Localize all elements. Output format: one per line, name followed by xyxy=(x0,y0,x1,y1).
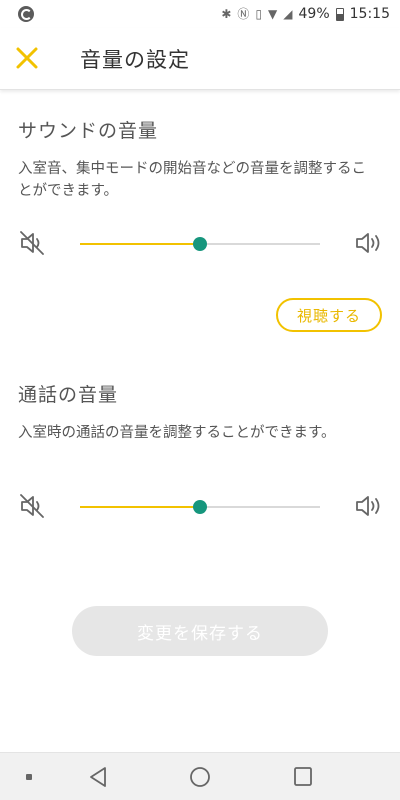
save-changes-button[interactable]: 変更を保存する xyxy=(72,606,328,656)
call-volume-slider-row xyxy=(0,487,400,527)
back-icon[interactable] xyxy=(87,765,109,793)
mute-icon[interactable] xyxy=(17,228,47,258)
sound-volume-slider[interactable] xyxy=(80,237,320,251)
mute-icon[interactable] xyxy=(17,491,47,521)
clock: 15:15 xyxy=(349,6,390,22)
vibrate-icon: ▯ xyxy=(255,7,263,21)
wifi-icon: ▼ xyxy=(268,7,278,21)
overview-icon[interactable] xyxy=(292,765,314,793)
bluetooth-icon: ✱ xyxy=(221,7,232,21)
volume-max-icon[interactable] xyxy=(353,228,383,258)
home-icon[interactable] xyxy=(189,765,211,793)
close-button[interactable] xyxy=(14,45,40,71)
system-nav-bar xyxy=(0,752,400,800)
call-volume-description: 入室時の通話の音量を調整することができます。 xyxy=(18,425,336,441)
preview-sound-button[interactable]: 視聴する xyxy=(276,298,382,332)
sound-volume-title: サウンドの音量 xyxy=(18,120,159,142)
call-volume-title: 通話の音量 xyxy=(18,384,119,406)
call-volume-thumb[interactable] xyxy=(193,500,207,514)
sound-volume-fill xyxy=(80,243,200,245)
sound-volume-description: 入室音、集中モードの開始音などの音量を調整することができます。 xyxy=(18,161,366,199)
call-volume-fill xyxy=(80,506,200,508)
sound-volume-thumb[interactable] xyxy=(193,237,207,251)
battery-icon xyxy=(335,7,344,21)
battery-percentage: 49% xyxy=(298,6,330,22)
recent-apps-dot-icon[interactable] xyxy=(26,774,32,780)
status-bar: ✱ Ⓝ ▯ ▼ ◢ 49% 15:15 xyxy=(0,0,400,28)
close-icon xyxy=(16,47,38,69)
signal-icon: ◢ xyxy=(283,7,293,21)
app-header: 音量の設定 xyxy=(0,28,400,90)
sound-volume-slider-row xyxy=(0,224,400,264)
volume-max-icon[interactable] xyxy=(353,491,383,521)
call-volume-slider[interactable] xyxy=(80,500,320,514)
page-title: 音量の設定 xyxy=(80,48,190,72)
nfc-icon: Ⓝ xyxy=(237,7,250,21)
app-notification-icon xyxy=(18,6,34,22)
status-indicators: ✱ Ⓝ ▯ ▼ ◢ 49% 15:15 xyxy=(221,6,390,22)
